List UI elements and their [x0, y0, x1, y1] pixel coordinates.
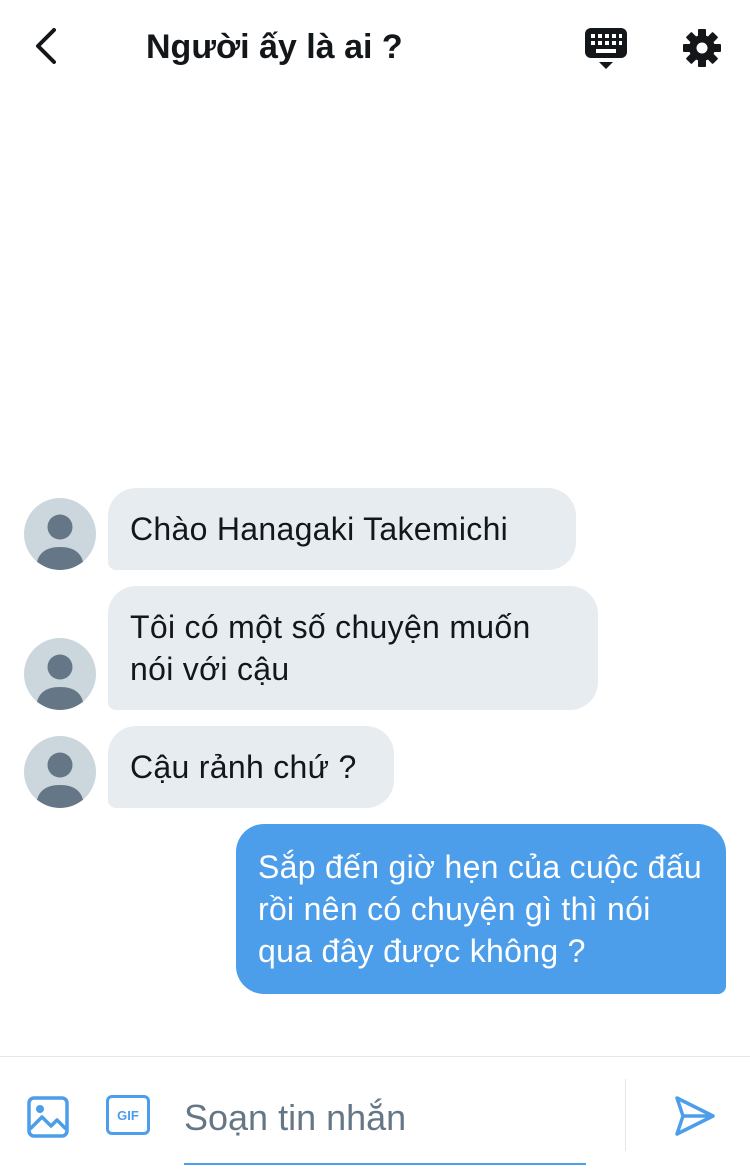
incoming-message-bubble[interactable]: Chào Hanagaki Takemichi	[108, 488, 576, 570]
image-icon	[27, 1096, 69, 1138]
dm-conversation-screen: Người ấy là ai ? Chào Hanagaki Takemichi…	[0, 0, 750, 1172]
conversation-header: Người ấy là ai ?	[0, 0, 750, 96]
gear-icon	[683, 29, 721, 67]
message-input-wrapper	[184, 1075, 586, 1165]
message-composer: GIF	[0, 1056, 750, 1172]
add-image-button[interactable]	[26, 1095, 70, 1139]
message-input[interactable]	[184, 1075, 586, 1161]
incoming-message-bubble[interactable]: Tôi có một số chuyện muốn nói với cậu	[108, 586, 598, 710]
avatar[interactable]	[24, 498, 96, 570]
default-avatar-icon	[36, 654, 84, 710]
incoming-message-bubble[interactable]: Cậu rảnh chứ ?	[108, 726, 394, 808]
outgoing-message-bubble[interactable]: Sắp đến giờ hẹn của cuộc đấu rồi nên có …	[236, 824, 726, 994]
composer-divider	[625, 1079, 626, 1151]
default-avatar-icon	[36, 752, 84, 808]
keyboard-button[interactable]	[582, 24, 630, 72]
settings-button[interactable]	[678, 24, 726, 72]
keyboard-icon	[585, 28, 627, 69]
back-button[interactable]	[24, 24, 68, 68]
chevron-left-icon	[36, 28, 56, 64]
default-avatar-icon	[36, 514, 84, 570]
avatar[interactable]	[24, 638, 96, 710]
conversation-title: Người ấy là ai ?	[146, 28, 403, 66]
avatar[interactable]	[24, 736, 96, 808]
send-button[interactable]	[672, 1093, 718, 1139]
send-icon	[675, 1096, 715, 1136]
add-gif-button[interactable]: GIF	[106, 1095, 150, 1135]
